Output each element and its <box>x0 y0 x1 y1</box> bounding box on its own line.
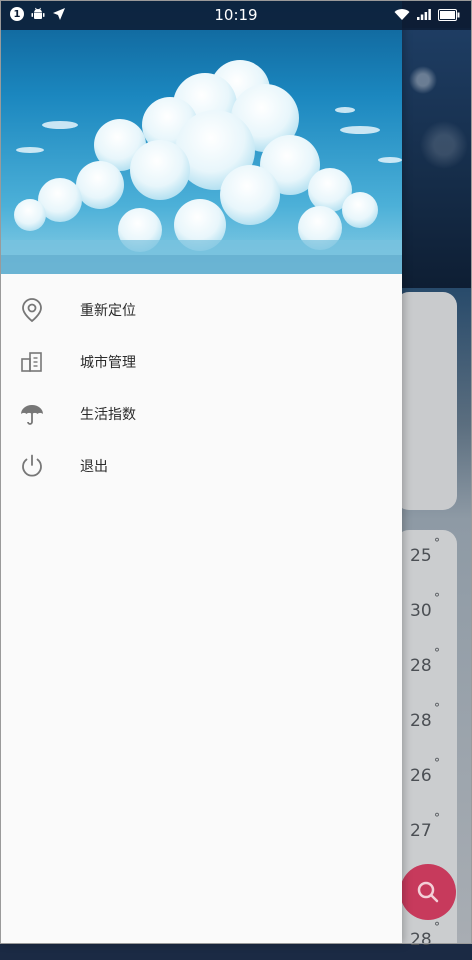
signal-icon <box>417 9 431 20</box>
wifi-icon <box>394 9 410 20</box>
umbrella-icon <box>21 405 43 425</box>
menu-item-label: 城市管理 <box>80 355 136 371</box>
menu-item-label: 生活指数 <box>80 407 136 423</box>
menu-item-label: 重新定位 <box>80 303 136 319</box>
location-pin-icon <box>22 298 42 323</box>
forecast-temp: 30 ° <box>410 591 440 621</box>
forecast-temp: 27 ° <box>410 811 440 841</box>
forecast-temp: 26 ° <box>410 756 440 786</box>
navigation-drawer: 重新定位 城市管理 生活指数 退出 <box>0 0 402 944</box>
forecast-temp: 25 ° <box>410 536 440 566</box>
forecast-temp: 28 ° <box>410 646 440 676</box>
background-header-image <box>402 28 472 288</box>
drawer-menu: 重新定位 城市管理 生活指数 退出 <box>0 284 402 492</box>
menu-item-life-index[interactable]: 生活指数 <box>0 388 402 440</box>
drawer-header-image <box>0 0 402 274</box>
search-icon <box>417 881 439 903</box>
power-icon <box>22 454 42 477</box>
forecast-temp: 28 ° <box>410 920 440 950</box>
search-fab-button[interactable] <box>400 864 456 920</box>
sky-clouds-illustration <box>0 0 402 274</box>
status-bar: 1 10:19 <box>0 0 472 30</box>
menu-item-exit[interactable]: 退出 <box>0 440 402 492</box>
menu-item-relocate[interactable]: 重新定位 <box>0 284 402 336</box>
battery-icon <box>438 8 460 21</box>
menu-item-city-management[interactable]: 城市管理 <box>0 336 402 388</box>
city-building-icon <box>21 352 42 372</box>
background-weather-card <box>395 292 457 510</box>
menu-item-label: 退出 <box>80 459 108 475</box>
forecast-temp: 28 ° <box>410 701 440 731</box>
